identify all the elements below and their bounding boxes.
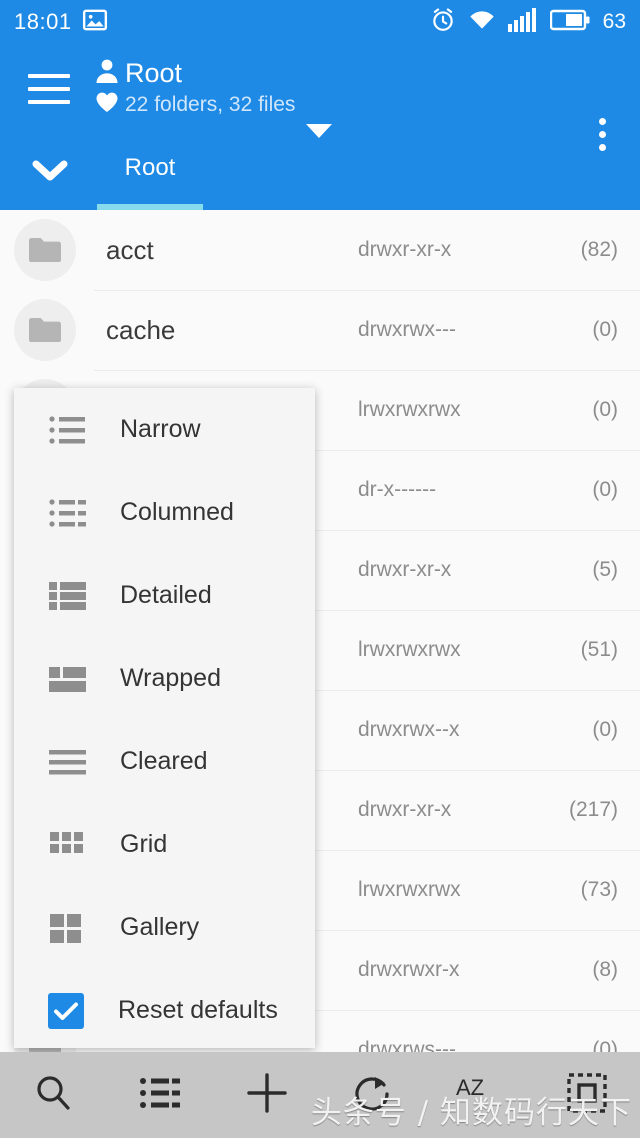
file-count: (8) — [592, 958, 618, 981]
menu-item-gallery[interactable]: Gallery — [14, 886, 315, 969]
list-narrow-icon — [48, 413, 88, 447]
menu-item-label: Gallery — [120, 913, 200, 941]
menu-item-label: Cleared — [120, 747, 208, 775]
sort-button[interactable]: AZ — [427, 1052, 534, 1138]
file-permissions: drwxrwxr-x — [358, 958, 460, 981]
battery-level: 63 — [602, 10, 626, 33]
refresh-button[interactable] — [320, 1052, 427, 1138]
status-time: 18:01 — [14, 9, 72, 34]
app-bar-title-block[interactable]: Root 22 folders, 32 files — [95, 58, 295, 118]
list-icon — [138, 1073, 182, 1118]
table-row[interactable]: acct drwxr-xr-x (82) — [0, 210, 640, 290]
file-count: (0) — [592, 478, 618, 501]
folder-file-count: 22 folders, 32 files — [125, 92, 296, 116]
file-count: (51) — [580, 638, 618, 661]
heart-icon — [95, 91, 119, 118]
view-mode-menu[interactable]: Narrow Columned Detailed Wrapped Cleared… — [14, 388, 315, 1048]
menu-item-label: Grid — [120, 830, 168, 858]
menu-item-columned[interactable]: Columned — [14, 471, 315, 554]
status-bar-right: 63 — [430, 7, 626, 38]
menu-item-cleared[interactable]: Cleared — [14, 720, 315, 803]
search-button[interactable] — [0, 1052, 107, 1138]
menu-item-grid[interactable]: Grid — [14, 803, 315, 886]
select-all-icon — [565, 1071, 609, 1120]
battery-icon — [549, 9, 590, 36]
file-permissions: lrwxrwxrwx — [358, 878, 461, 901]
menu-item-wrapped[interactable]: Wrapped — [14, 637, 315, 720]
file-permissions: lrwxrwxrwx — [358, 638, 461, 661]
list-detailed-icon — [48, 579, 88, 613]
list-view-button[interactable] — [107, 1052, 214, 1138]
app-root: 18:01 63 Root 22 folders, 32 files Root … — [0, 0, 640, 1138]
menu-item-label: Narrow — [120, 415, 201, 443]
person-icon — [95, 58, 119, 89]
alarm-icon — [430, 7, 456, 38]
chevron-down-icon[interactable] — [30, 156, 70, 191]
file-name: cache — [106, 314, 176, 345]
file-count: (217) — [568, 798, 618, 821]
svg-text:AZ: AZ — [456, 1075, 484, 1100]
file-count: (73) — [580, 878, 618, 901]
file-permissions: drwxrwx--x — [358, 718, 460, 741]
bottom-toolbar: AZ — [0, 1052, 640, 1138]
folder-icon — [14, 299, 76, 361]
file-count: (0) — [592, 318, 618, 341]
app-bar-subtitle-row: 22 folders, 32 files — [95, 91, 295, 118]
app-bar-tabs: Root — [0, 144, 640, 210]
menu-item-label: Columned — [120, 498, 234, 526]
menu-item-reset-defaults[interactable]: Reset defaults — [14, 969, 315, 1052]
file-permissions: drwxr-xr-x — [358, 558, 452, 581]
tab-root-label: Root — [124, 154, 176, 181]
grid-icon — [48, 828, 88, 862]
refresh-icon — [351, 1071, 395, 1120]
menu-item-label: Reset defaults — [118, 996, 278, 1024]
wifi-icon — [468, 8, 496, 37]
select-all-button[interactable] — [533, 1052, 640, 1138]
file-name: acct — [106, 234, 154, 265]
signal-icon — [507, 7, 538, 37]
menu-item-detailed[interactable]: Detailed — [14, 554, 315, 637]
hamburger-icon[interactable] — [28, 74, 70, 104]
file-permissions: drwxr-xr-x — [358, 798, 452, 821]
file-count: (0) — [592, 398, 618, 421]
menu-item-label: Detailed — [120, 581, 212, 609]
status-bar-left: 18:01 — [14, 7, 108, 38]
table-row[interactable]: cache drwxrwx--- (0) — [0, 290, 640, 370]
plus-icon — [244, 1070, 290, 1121]
file-permissions: drwxr-xr-x — [358, 238, 452, 261]
add-button[interactable] — [213, 1052, 320, 1138]
app-bar: Root 22 folders, 32 files Root — [0, 44, 640, 210]
app-bar-title-row: Root — [95, 58, 295, 89]
tab-root[interactable]: Root — [97, 144, 203, 210]
gallery-icon — [48, 911, 88, 945]
search-icon — [31, 1071, 75, 1120]
page-title: Root — [125, 57, 183, 88]
checkbox-checked-icon[interactable] — [48, 992, 84, 1029]
folder-icon — [14, 219, 76, 281]
image-icon — [82, 7, 108, 38]
file-count: (82) — [580, 238, 618, 261]
sort-az-icon: AZ — [454, 1073, 506, 1118]
file-permissions: lrwxrwxrwx — [358, 398, 461, 421]
menu-item-label: Wrapped — [120, 664, 221, 692]
app-bar-top: Root 22 folders, 32 files — [0, 44, 640, 151]
list-wrapped-icon — [48, 662, 88, 696]
file-count: (0) — [592, 718, 618, 741]
list-columned-icon — [48, 496, 88, 530]
list-cleared-icon — [48, 745, 88, 779]
file-permissions: dr-x------ — [358, 478, 437, 501]
caret-down-icon[interactable] — [306, 124, 332, 138]
file-count: (5) — [592, 558, 618, 581]
status-bar: 18:01 63 — [0, 0, 640, 44]
menu-item-narrow[interactable]: Narrow — [14, 388, 315, 471]
file-permissions: drwxrwx--- — [358, 318, 456, 341]
